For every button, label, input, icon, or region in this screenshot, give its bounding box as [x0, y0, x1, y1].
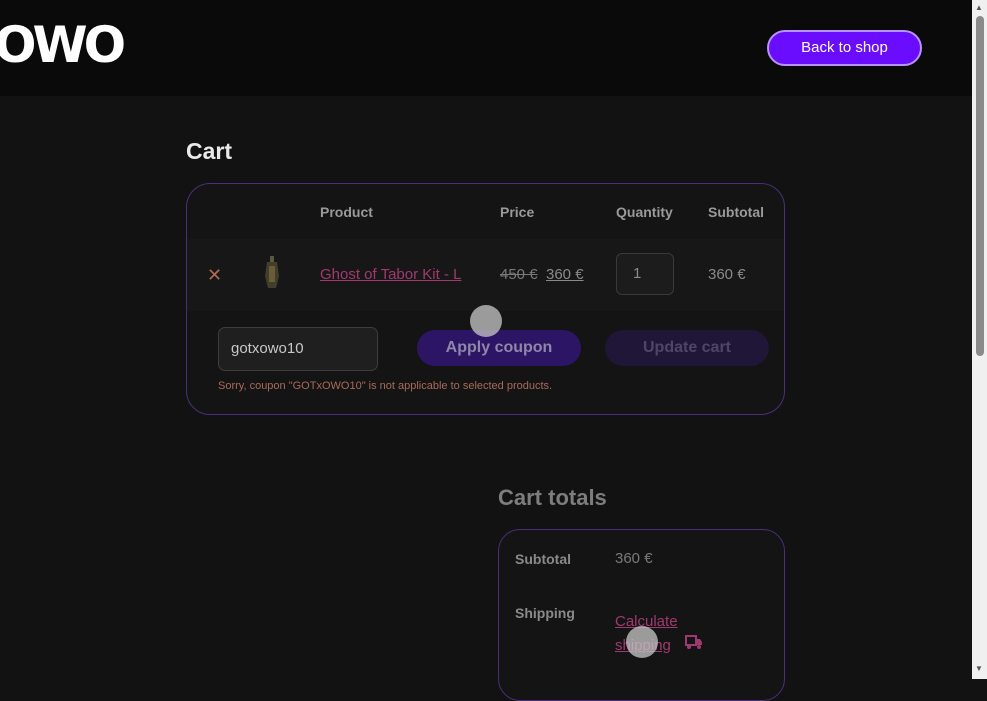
cart-heading: Cart: [186, 138, 233, 164]
product-thumbnail[interactable]: [261, 254, 283, 290]
sale-price: 360 €: [546, 266, 584, 283]
brand-logo[interactable]: OWO: [0, 18, 126, 72]
update-cart-button[interactable]: Update cart: [605, 330, 769, 366]
scroll-thumb[interactable]: [976, 16, 984, 356]
coupon-error-message: Sorry, coupon "GOTxOWO10" is not applica…: [218, 380, 553, 392]
scroll-up-icon[interactable]: ▲: [975, 3, 983, 12]
remove-item-icon[interactable]: ✕: [207, 265, 222, 286]
shipping-label: Shipping: [515, 605, 575, 621]
touch-indicator: [626, 626, 658, 658]
coupon-code-input[interactable]: gotxowo10: [218, 327, 378, 371]
truck-icon[interactable]: [685, 634, 703, 650]
column-header-product: Product: [320, 204, 373, 220]
cart-totals-heading: Cart totals: [498, 485, 607, 510]
column-header-subtotal: Subtotal: [708, 204, 764, 220]
line-subtotal: 360 €: [708, 266, 746, 283]
quantity-input[interactable]: 1: [616, 253, 674, 295]
back-to-shop-button[interactable]: Back to shop: [767, 30, 922, 66]
vertical-scrollbar[interactable]: ▲ ▼: [972, 0, 987, 679]
original-price: 450 €: [500, 266, 538, 283]
column-header-quantity: Quantity: [616, 204, 673, 220]
cart-table: Product Price Quantity Subtotal ✕ Ghost …: [186, 183, 785, 415]
product-name-link[interactable]: Ghost of Tabor Kit - L: [320, 266, 472, 283]
subtotal-value: 360 €: [615, 550, 653, 567]
subtotal-label: Subtotal: [515, 551, 571, 567]
cart-totals-card: Subtotal 360 € Shipping Calculate shippi…: [498, 529, 785, 701]
column-header-price: Price: [500, 204, 535, 220]
touch-indicator: [470, 305, 502, 337]
apply-coupon-button[interactable]: Apply coupon: [417, 330, 581, 366]
scroll-down-icon[interactable]: ▼: [975, 664, 983, 673]
top-bar: OWO Back to shop: [0, 0, 972, 96]
